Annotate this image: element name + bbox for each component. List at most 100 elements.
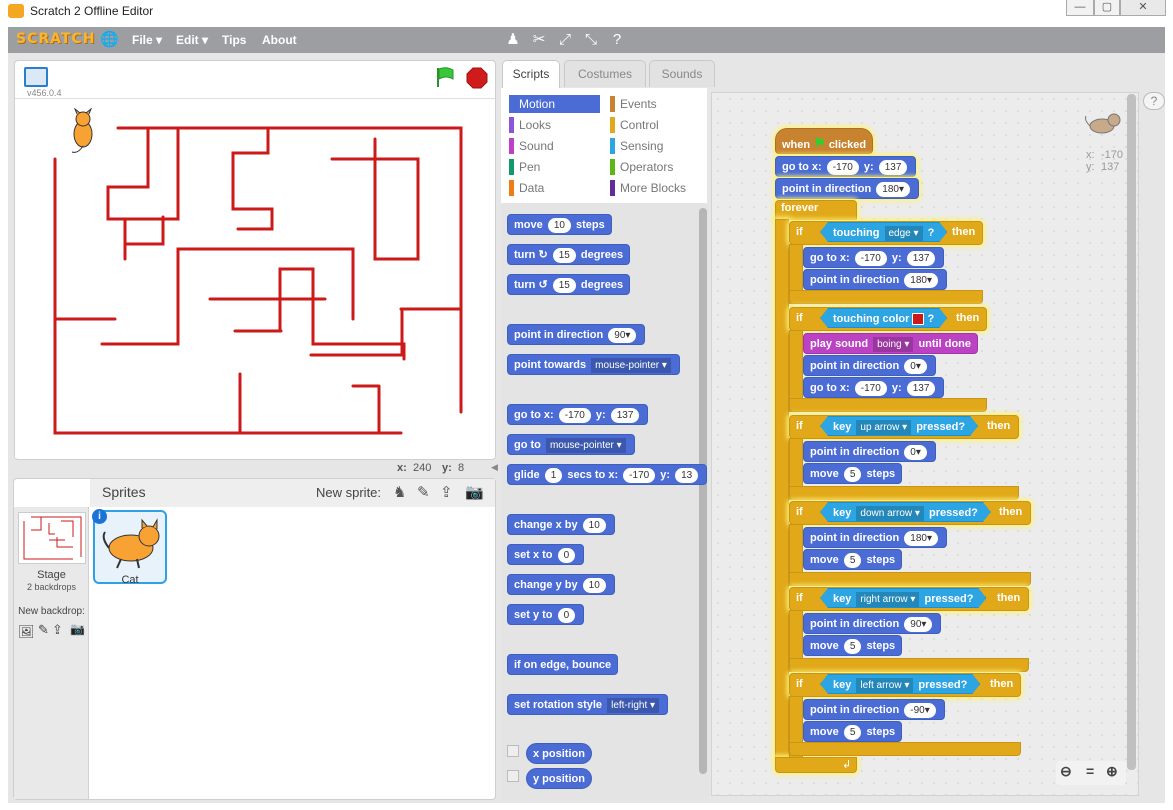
if2-goto-xy-block[interactable]: go to x: -170 y: 137 xyxy=(803,377,945,398)
scripts-scrollbar[interactable] xyxy=(1127,94,1136,770)
play-sound-until-done-block[interactable]: play sound boing ▾ until done xyxy=(803,333,978,354)
grow-icon[interactable]: ⤢ xyxy=(556,31,574,49)
touching-color-condition[interactable]: touching color ? xyxy=(820,308,947,328)
up-move-block[interactable]: move 5 steps xyxy=(803,463,903,484)
key-up-pressed-condition[interactable]: key up arrow ▾ pressed? xyxy=(820,416,978,436)
palette-set-y-block[interactable]: set y to 0 xyxy=(507,604,585,625)
left-point-direction-block[interactable]: point in direction -90▾ xyxy=(803,699,945,720)
then-label: then xyxy=(987,420,1011,432)
palette-turn-left-block[interactable]: turn ↺ 15 degrees xyxy=(507,274,631,295)
category-sound[interactable]: Sound xyxy=(509,137,600,155)
minimize-button[interactable]: — xyxy=(1066,0,1094,16)
loop-arrow-icon: ↲ xyxy=(842,759,852,771)
help-tips-icon[interactable]: ? xyxy=(1143,92,1165,110)
if-foot xyxy=(789,290,983,304)
turn-left-icon: ↺ xyxy=(538,279,548,291)
when-flag-clicked-hat[interactable]: when ⚑ clicked xyxy=(775,128,874,154)
script-point-direction-block[interactable]: point in direction 180▾ xyxy=(775,178,919,199)
left-move-block[interactable]: move 5 steps xyxy=(803,721,903,742)
category-more-blocks[interactable]: More Blocks xyxy=(610,179,701,197)
zoom-reset-icon[interactable]: = xyxy=(1086,763,1094,779)
palette-scrollbar[interactable] xyxy=(699,208,707,774)
menu-tips[interactable]: Tips xyxy=(222,33,246,47)
new-sprite-label: New sprite: xyxy=(316,485,382,500)
green-flag-button[interactable] xyxy=(434,66,456,88)
palette-glide-block[interactable]: glide 1 secs to x: -170 y: 13 xyxy=(507,464,707,485)
category-pen[interactable]: Pen xyxy=(509,158,600,176)
palette-point-towards-block[interactable]: point towards mouse-pointer ▾ xyxy=(507,354,680,375)
category-motion[interactable]: Motion xyxy=(509,95,600,113)
palette-set-x-block[interactable]: set x to 0 xyxy=(507,544,585,565)
tab-sounds[interactable]: Sounds xyxy=(649,60,715,87)
palette-goto-block[interactable]: go to mouse-pointer ▾ xyxy=(507,434,635,455)
right-move-block[interactable]: move 5 steps xyxy=(803,635,903,656)
menu-about[interactable]: About xyxy=(262,33,297,47)
sprite-library-icon[interactable]: ♞ xyxy=(393,483,406,501)
up-point-direction-block[interactable]: point in direction 0▾ xyxy=(803,441,936,462)
stage-collapse-icon[interactable]: ◀ xyxy=(491,462,498,473)
scratch-logo[interactable]: SCRATCH xyxy=(16,31,95,47)
palette-rotation-style-block[interactable]: set rotation style left-right ▾ xyxy=(507,694,669,715)
backdrop-paint-icon[interactable]: ✎ xyxy=(38,622,49,638)
duplicate-stamp-icon[interactable]: ♟ xyxy=(504,31,522,49)
zoom-in-icon[interactable]: ⊕ xyxy=(1106,763,1118,780)
category-events[interactable]: Events xyxy=(610,95,701,113)
palette-goto-xy-block[interactable]: go to x: -170 y: 137 xyxy=(507,404,649,425)
palette-move-block[interactable]: move 10 steps xyxy=(507,214,612,235)
zoom-out-icon[interactable]: ⊖ xyxy=(1060,763,1072,780)
fullscreen-icon[interactable] xyxy=(24,67,48,87)
sprite-preview-icon xyxy=(1082,110,1124,136)
color-swatch[interactable] xyxy=(912,313,924,325)
if1-point-direction-block[interactable]: point in direction 180▾ xyxy=(803,269,947,290)
tab-scripts[interactable]: Scripts xyxy=(502,60,560,89)
y-position-checkbox[interactable] xyxy=(507,768,525,782)
palette-change-y-block[interactable]: change y by 10 xyxy=(507,574,615,595)
if-foot xyxy=(789,742,1021,756)
globe-icon[interactable]: 🌐 xyxy=(100,31,119,49)
down-point-direction-block[interactable]: point in direction 180▾ xyxy=(803,527,947,548)
category-operators[interactable]: Operators xyxy=(610,158,701,176)
key-down-pressed-condition[interactable]: key down arrow ▾ pressed? xyxy=(820,502,991,522)
if-label: if xyxy=(796,506,803,518)
stop-button[interactable] xyxy=(466,67,488,89)
script-goto-xy-block[interactable]: go to x: -170 y: 137 xyxy=(775,156,917,177)
paint-brush-icon[interactable]: ✎ xyxy=(417,483,430,501)
cat-sprite-on-stage[interactable] xyxy=(68,107,98,156)
tab-costumes[interactable]: Costumes xyxy=(564,60,646,87)
if2-point-direction-block[interactable]: point in direction 0▾ xyxy=(803,355,936,376)
if1-goto-xy-block[interactable]: go to x: -170 y: 137 xyxy=(803,247,945,268)
close-button[interactable]: ✕ xyxy=(1120,0,1166,16)
palette-turn-right-block[interactable]: turn ↻ 15 degrees xyxy=(507,244,631,265)
key-left-pressed-condition[interactable]: key left arrow ▾ pressed? xyxy=(820,674,980,694)
category-data[interactable]: Data xyxy=(509,179,600,197)
then-label: then xyxy=(999,506,1023,518)
palette-change-x-block[interactable]: change x by 10 xyxy=(507,514,615,535)
right-point-direction-block[interactable]: point in direction 90▾ xyxy=(803,613,942,634)
camera-icon[interactable]: 📷 xyxy=(465,483,484,501)
backdrop-camera-icon[interactable]: 📷 xyxy=(70,622,85,636)
touching-edge-condition[interactable]: touching edge ▾ ? xyxy=(820,222,947,242)
menu-edit[interactable]: Edit ▾ xyxy=(176,33,208,47)
menu-file[interactable]: File ▾ xyxy=(132,33,162,47)
if-foot xyxy=(789,398,987,412)
upload-icon[interactable]: ⇪ xyxy=(440,483,453,501)
maximize-button[interactable]: ▢ xyxy=(1094,0,1120,16)
shrink-icon[interactable]: ⤡ xyxy=(582,31,600,49)
palette-point-direction-block[interactable]: point in direction 90▾ xyxy=(507,324,646,345)
backdrop-library-icon[interactable]: 🖼 xyxy=(18,624,35,640)
palette-bounce-block[interactable]: if on edge, bounce xyxy=(507,654,619,675)
stage-thumbnail[interactable] xyxy=(18,512,86,564)
palette-y-position-reporter[interactable]: y position xyxy=(526,768,592,789)
category-looks[interactable]: Looks xyxy=(509,116,600,134)
down-move-block[interactable]: move 5 steps xyxy=(803,549,903,570)
sprite-info-icon[interactable]: i xyxy=(92,509,107,524)
help-icon[interactable]: ? xyxy=(608,31,626,49)
category-sensing[interactable]: Sensing xyxy=(610,137,701,155)
forever-label: forever xyxy=(781,202,819,214)
backdrop-upload-icon[interactable]: ⇪ xyxy=(52,622,63,638)
cut-scissors-icon[interactable]: ✂ xyxy=(530,31,548,49)
category-control[interactable]: Control xyxy=(610,116,701,134)
palette-x-position-reporter[interactable]: x position xyxy=(526,743,592,764)
key-right-pressed-condition[interactable]: key right arrow ▾ pressed? xyxy=(820,588,986,608)
x-position-checkbox[interactable] xyxy=(507,743,525,757)
